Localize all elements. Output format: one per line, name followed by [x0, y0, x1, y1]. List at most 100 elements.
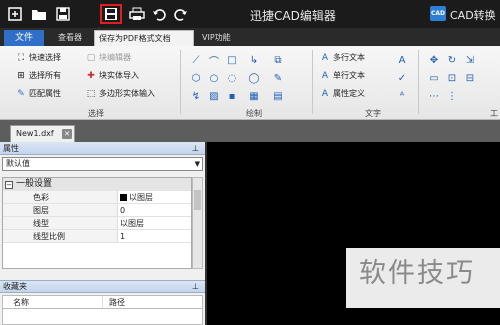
property-category[interactable]: − 一般设置 — [3, 178, 191, 191]
block-editor-button[interactable]: ▢ 块编辑器 — [86, 52, 131, 63]
property-grid: − 一般设置 色彩 以图层 图层 0 线型 以图层 线型比例 1 — [2, 177, 192, 269]
attribute-definition-button[interactable]: A 属性定义 — [320, 88, 365, 99]
pin-icon[interactable]: ⊥ — [192, 281, 199, 293]
properties-selector-value: 默认值 — [6, 159, 30, 168]
polygon-draw-icon[interactable]: ⬡ — [190, 72, 202, 84]
property-row[interactable]: 图层 0 — [3, 204, 191, 217]
undo-icon[interactable] — [150, 5, 168, 23]
dimension-icon[interactable]: ↯ — [190, 90, 202, 102]
text-style-icon[interactable]: A — [396, 54, 408, 66]
distribute-icon[interactable]: ⋮ — [446, 90, 458, 102]
multiline-text-button[interactable]: A 多行文本 — [320, 52, 365, 63]
document-tab-strip: New1.dxf ✕ — [0, 120, 500, 142]
scale-icon[interactable]: ⇲ — [464, 54, 476, 66]
group-label-text: 文字 — [365, 109, 381, 118]
property-key: 线型比例 — [3, 230, 118, 242]
properties-header: 属性 ⊥ — [0, 142, 205, 155]
ribbon: ⛶ 快速选择 ⊞ 选择所有 ✎ 匹配属性 ▢ 块编辑器 ✚ 块实体导入 ⬚ 多边… — [0, 46, 500, 120]
document-tab-label: New1.dxf — [16, 129, 54, 138]
single-line-text-button[interactable]: A 单行文本 — [320, 70, 365, 81]
table-icon[interactable]: ▤ — [272, 90, 284, 102]
property-value[interactable]: 以图层 — [118, 191, 153, 203]
collapse-icon[interactable]: − — [5, 180, 13, 189]
move-icon[interactable]: ✥ — [428, 54, 440, 66]
property-value[interactable]: 以图层 — [118, 217, 144, 229]
title-bar: 迅捷CAD编辑器 CAD CAD转换 — [0, 0, 500, 28]
column-header-name[interactable]: 名称 — [3, 296, 103, 308]
document-tab[interactable]: New1.dxf ✕ — [10, 125, 75, 142]
favorites-list — [2, 309, 203, 325]
spell-check-icon[interactable]: ✓ — [396, 72, 408, 84]
property-scrollbar[interactable] — [192, 177, 203, 269]
block-editor-icon: ▢ — [86, 52, 96, 63]
ribbon-separator — [312, 50, 313, 114]
align-icon[interactable]: ⊟ — [464, 72, 476, 84]
tab-vip[interactable]: VIP功能 — [198, 30, 235, 46]
new-icon[interactable] — [6, 5, 24, 23]
redo-icon[interactable] — [172, 5, 190, 23]
tab-viewer[interactable]: 查看器 — [54, 30, 86, 46]
scrollbar-thumb[interactable] — [194, 190, 201, 210]
color-swatch — [120, 193, 127, 201]
window-icon[interactable]: ▭ — [428, 72, 440, 84]
quick-select-label: 快速选择 — [29, 53, 61, 62]
group-label-draw: 绘制 — [246, 109, 262, 118]
group-label-select: 选择 — [88, 109, 104, 118]
select-all-button[interactable]: ⊞ 选择所有 — [16, 70, 61, 81]
menu-bar: 文件 查看器 保存为PDF格式文档 VIP功能 — [0, 28, 500, 46]
cad-logo-icon: CAD — [430, 6, 446, 21]
property-row[interactable]: 线型比例 1 — [3, 230, 191, 243]
dots-icon[interactable]: ⋯ — [428, 90, 440, 102]
line-icon[interactable]: ⟋ — [190, 54, 202, 66]
close-icon[interactable]: ✕ — [62, 129, 72, 139]
match-properties-label: 匹配属性 — [29, 89, 61, 98]
app-title: 迅捷CAD编辑器 — [250, 9, 336, 23]
arc-icon[interactable]: ⌒ — [208, 54, 220, 68]
copy-icon[interactable]: ⧉ — [272, 54, 284, 66]
property-row[interactable]: 线型 以图层 — [3, 217, 191, 230]
property-value[interactable]: 0 — [118, 204, 125, 216]
open-folder-icon[interactable] — [30, 5, 48, 23]
hatch-icon[interactable]: ▨ — [208, 90, 220, 102]
block-import-button[interactable]: ✚ 块实体导入 — [86, 70, 139, 81]
cad-convert-link[interactable]: CAD转换 — [450, 7, 496, 23]
match-properties-button[interactable]: ✎ 匹配属性 — [16, 88, 61, 99]
print-icon[interactable] — [128, 5, 146, 23]
image-icon[interactable]: ▦ — [248, 90, 260, 102]
donut-icon[interactable]: ◌ — [226, 72, 238, 84]
rectangle-icon[interactable]: □ — [226, 54, 238, 66]
pencil-icon[interactable]: ✎ — [272, 72, 284, 84]
group-icon[interactable]: ⊡ — [446, 72, 458, 84]
chevron-down-icon: ▼ — [194, 160, 200, 168]
text-edit-icon[interactable]: ᴬ — [396, 90, 408, 102]
property-key: 线型 — [3, 217, 118, 229]
save-icon[interactable] — [54, 5, 72, 23]
properties-panel: 属性 ⊥ 默认值 ▼ − 一般设置 色彩 以图层 图层 0 线型 以图层 线型比… — [0, 142, 207, 325]
tab-file[interactable]: 文件 — [4, 30, 44, 46]
polygon-icon: ⬚ — [86, 88, 96, 99]
attribute-definition-label: 属性定义 — [333, 89, 365, 98]
properties-selector[interactable]: 默认值 ▼ — [2, 157, 203, 171]
property-row[interactable]: 色彩 以图层 — [3, 191, 191, 204]
multiline-text-icon: A — [321, 52, 329, 63]
property-category-label: 一般设置 — [16, 179, 53, 189]
circle-icon[interactable]: ○ — [208, 72, 220, 84]
property-key: 图层 — [3, 204, 118, 216]
tab-save-as-pdf[interactable]: 保存为PDF格式文档 — [94, 30, 194, 46]
polygon-input-button[interactable]: ⬚ 多边形实体输入 — [86, 88, 155, 99]
column-header-path[interactable]: 路径 — [103, 296, 125, 308]
property-value[interactable]: 1 — [118, 230, 125, 242]
group-label-tools: 工 — [490, 109, 498, 118]
highlight-box — [100, 4, 122, 24]
ellipse-icon[interactable]: ◯ — [248, 72, 260, 84]
polyline-icon[interactable]: ↳ — [248, 54, 260, 66]
select-all-label: 选择所有 — [29, 71, 61, 80]
block-editor-label: 块编辑器 — [99, 53, 131, 62]
brush-icon: ✎ — [17, 88, 25, 99]
polygon-input-label: 多边形实体输入 — [99, 89, 155, 98]
rotate-icon[interactable]: ↻ — [446, 54, 458, 66]
pin-icon[interactable]: ⊥ — [192, 142, 199, 155]
property-key: 色彩 — [3, 191, 118, 203]
point-icon[interactable]: ▪ — [226, 90, 238, 102]
quick-select-button[interactable]: ⛶ 快速选择 — [16, 52, 61, 63]
